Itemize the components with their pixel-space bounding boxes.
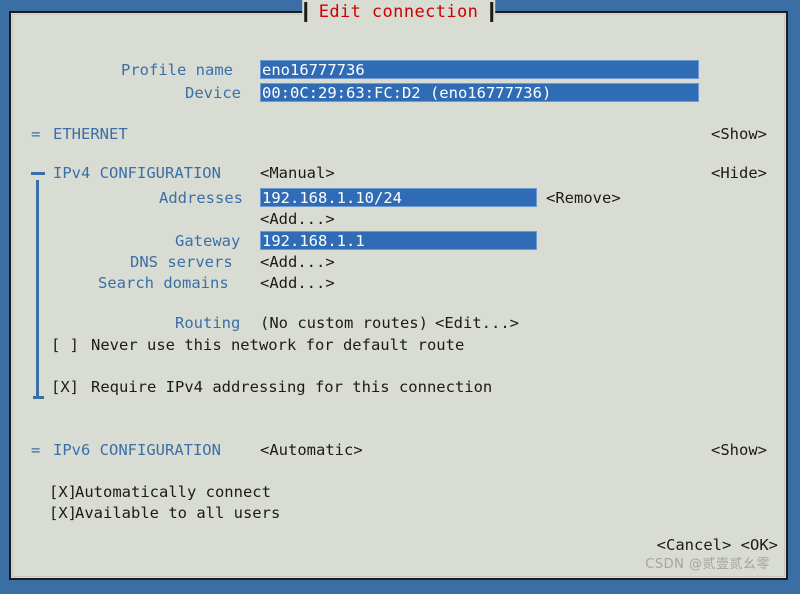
- button-gap: [731, 536, 740, 554]
- ipv4-never-default-checkbox[interactable]: [ ]: [51, 337, 79, 354]
- ipv6-collapse-marker-icon: =: [31, 441, 41, 459]
- profile-name-value: eno16777736: [262, 61, 365, 79]
- terminal-screen: Edit connection Profile name eno16777736…: [0, 0, 800, 594]
- ipv4-dns-label: DNS servers: [130, 253, 233, 271]
- ipv6-show-toggle[interactable]: <Show>: [711, 442, 767, 459]
- ipv4-gateway-fill: ____________: [364, 232, 477, 250]
- section-ipv6-title: IPv6 CONFIGURATION: [53, 441, 221, 459]
- device-fill: _________: [551, 84, 636, 102]
- dialog-button-bar: <Cancel> <OK>: [657, 537, 778, 554]
- device-value: 00:0C:29:63:FC:D2 (eno16777736): [262, 84, 552, 102]
- ipv4-never-default-label: Never use this network for default route: [91, 336, 465, 354]
- ipv4-hide-toggle[interactable]: <Hide>: [711, 165, 767, 182]
- ipv4-bracket-head-icon: [31, 172, 45, 175]
- ipv4-gateway-label: Gateway: [175, 232, 241, 250]
- ipv4-require-checkbox[interactable]: [X]: [51, 379, 79, 396]
- device-input[interactable]: 00:0C:29:63:FC:D2 (eno16777736)_________: [260, 83, 699, 102]
- ipv4-bracket-foot-icon: [33, 396, 44, 399]
- autoconnect-label: Automatically connect: [75, 483, 271, 501]
- ethernet-collapse-marker-icon: =: [31, 125, 41, 143]
- ipv4-dns-add-button[interactable]: <Add...>: [260, 254, 335, 271]
- dialog-title: Edit connection: [301, 0, 496, 24]
- device-label: Device: [185, 84, 241, 102]
- ipv4-addresses-fill: _________: [401, 189, 486, 207]
- ipv4-routing-edit-button[interactable]: <Edit...>: [435, 315, 519, 332]
- ipv4-routing-value: (No custom routes): [260, 314, 428, 332]
- title-right-rule: [490, 2, 494, 22]
- ipv4-addresses-remove-button[interactable]: <Remove>: [546, 190, 621, 207]
- section-ipv4-title: IPv4 CONFIGURATION: [53, 164, 221, 182]
- cancel-button[interactable]: <Cancel>: [657, 536, 732, 554]
- ipv4-addresses-label: Addresses: [159, 189, 243, 207]
- autoconnect-checkbox[interactable]: [X]: [49, 484, 77, 501]
- ipv4-bracket-line-icon: [36, 180, 39, 399]
- watermark: CSDN @贰壹贰幺零: [645, 557, 770, 572]
- profile-name-input[interactable]: eno16777736___________________________: [260, 60, 699, 79]
- ipv4-addresses-add-button[interactable]: <Add...>: [260, 211, 335, 228]
- ipv4-gateway-input[interactable]: 192.168.1.1____________: [260, 231, 537, 250]
- ipv4-addresses-value: 192.168.1.10/24: [262, 189, 402, 207]
- ipv4-gateway-value: 192.168.1.1: [262, 232, 365, 250]
- ipv6-method-select[interactable]: <Automatic>: [260, 442, 363, 459]
- available-all-users-label: Available to all users: [75, 504, 281, 522]
- ipv4-search-domains-label: Search domains: [98, 274, 229, 292]
- available-all-users-checkbox[interactable]: [X]: [49, 505, 77, 522]
- profile-name-label: Profile name: [121, 61, 233, 79]
- profile-name-fill: ___________________________: [364, 61, 617, 79]
- ipv4-require-label: Require IPv4 addressing for this connect…: [91, 378, 493, 396]
- section-ethernet-title: ETHERNET: [53, 125, 128, 143]
- edit-connection-dialog: Edit connection Profile name eno16777736…: [9, 0, 788, 580]
- ipv4-addresses-input[interactable]: 192.168.1.10/24_________: [260, 188, 537, 207]
- ethernet-show-toggle[interactable]: <Show>: [711, 126, 767, 143]
- ipv4-method-select[interactable]: <Manual>: [260, 165, 335, 182]
- dialog-title-text: Edit connection: [318, 2, 479, 22]
- ipv4-routing-label: Routing: [175, 314, 241, 332]
- ok-button[interactable]: <OK>: [741, 536, 778, 554]
- ipv4-search-domains-add-button[interactable]: <Add...>: [260, 275, 335, 292]
